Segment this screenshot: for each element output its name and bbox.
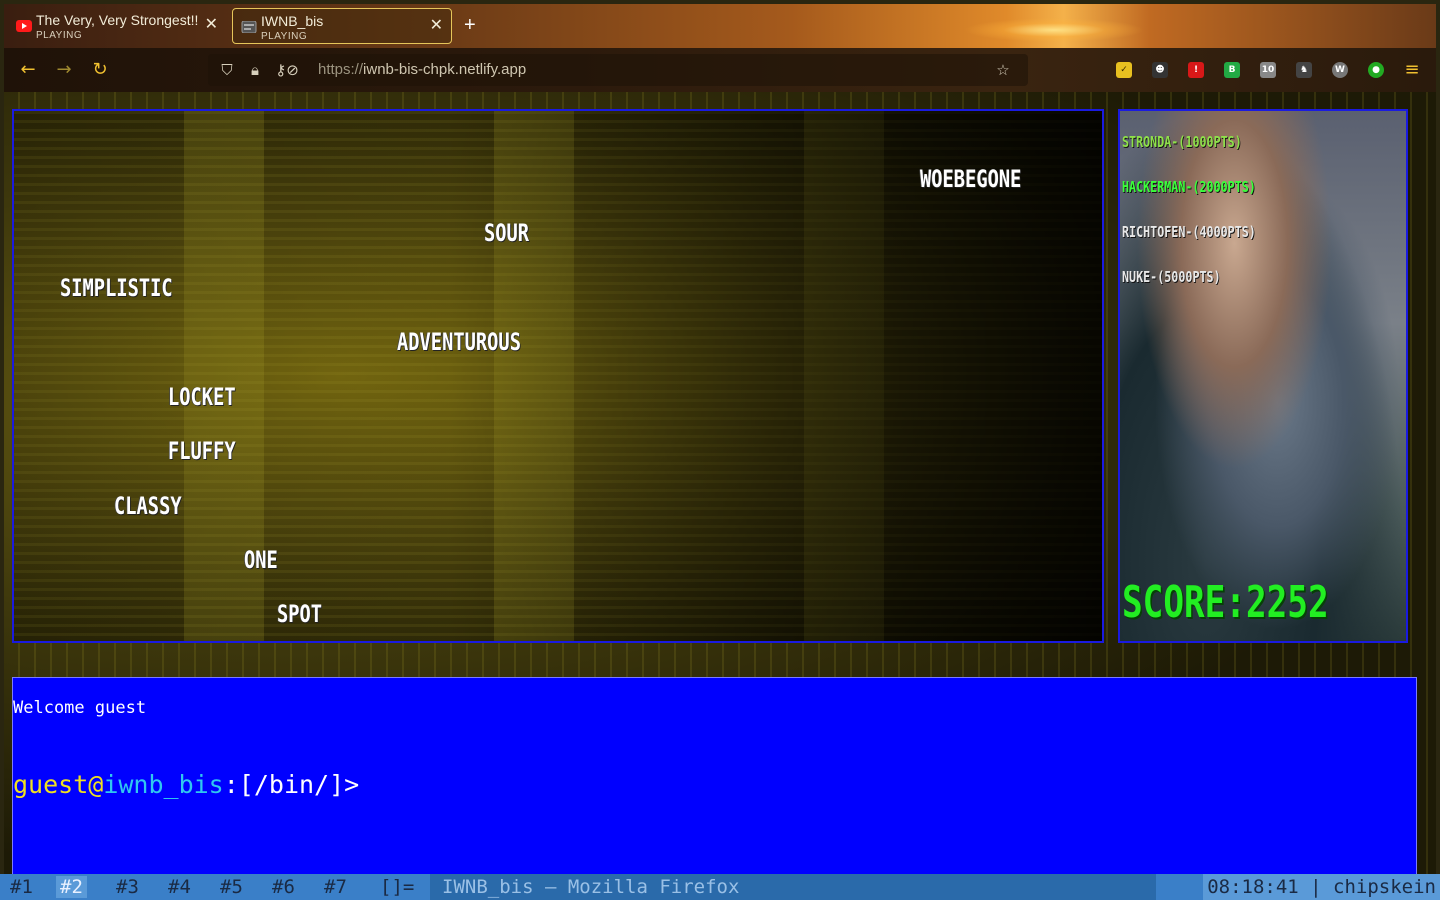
extension-gecko-icon[interactable]: ♞ bbox=[1296, 62, 1312, 78]
extension-b-icon[interactable]: B bbox=[1224, 62, 1240, 78]
address-bar[interactable]: ⛉ 🔒︎ ⚷⊘ https://iwnb-bis-chpk.netlify.ap… bbox=[208, 54, 1028, 86]
prompt-path: :[/bin/]> bbox=[223, 770, 360, 799]
tab-audio-status: PLAYING bbox=[261, 31, 308, 42]
extension-mascot-icon[interactable]: ☻ bbox=[1152, 62, 1168, 78]
lock-icon[interactable]: 🔒︎ bbox=[246, 60, 264, 80]
url-text[interactable]: https://iwnb-bis-chpk.netlify.app bbox=[318, 61, 526, 78]
falling-word: SOUR bbox=[484, 219, 530, 247]
workspace-1[interactable]: #1 bbox=[6, 876, 37, 898]
tab-title: IWNB_bis bbox=[261, 13, 324, 29]
falling-word: WOEBEGONE bbox=[920, 165, 1022, 193]
bookmark-star-icon[interactable]: ☆ bbox=[994, 60, 1012, 80]
extension-w-icon[interactable]: W bbox=[1332, 62, 1348, 78]
window-title: IWNB_bis — Mozilla Firefox bbox=[430, 874, 1156, 900]
browser-window: The Very, Very Strongest!! PLAYING ✕ IWN… bbox=[4, 4, 1436, 874]
close-tab-icon[interactable]: ✕ bbox=[430, 18, 443, 34]
command-prompt[interactable]: guest@iwnb_bis:[/bin/]> bbox=[13, 770, 359, 799]
workspace-6[interactable]: #6 bbox=[268, 876, 299, 898]
reload-icon[interactable]: ↻ bbox=[90, 60, 110, 80]
shield-icon[interactable]: ⛉ bbox=[218, 60, 236, 80]
falling-word: LOCKET bbox=[168, 383, 236, 411]
leaderboard-entry: RICHTOFEN-(4000PTS) bbox=[1122, 223, 1256, 241]
ublock-icon[interactable]: ! bbox=[1188, 62, 1204, 78]
welcome-message: Welcome guest bbox=[13, 698, 147, 718]
hamburger-menu-icon[interactable]: ≡ bbox=[1402, 60, 1422, 80]
navigation-bar: ← → ↻ ⛉ 🔒︎ ⚷⊘ https://iwnb-bis-chpk.netl… bbox=[4, 48, 1436, 92]
falling-word: FLUFFY bbox=[168, 437, 236, 465]
tab-bar: The Very, Very Strongest!! PLAYING ✕ IWN… bbox=[4, 4, 1436, 48]
extension-10-icon[interactable]: 10 bbox=[1260, 62, 1276, 78]
workspace-3[interactable]: #3 bbox=[112, 876, 143, 898]
back-arrow-icon[interactable]: ← bbox=[18, 60, 38, 80]
falling-word: CLASSY bbox=[114, 492, 182, 520]
layout-indicator[interactable]: []= bbox=[376, 876, 418, 898]
desktop-taskbar: #1 #2 #3 #4 #5 #6 #7 []= IWNB_bis — Mozi… bbox=[0, 874, 1440, 900]
status-clock: 08:18:41 | chipskein bbox=[1203, 874, 1440, 900]
falling-word: SPOT bbox=[277, 600, 323, 628]
site-favicon-icon bbox=[241, 21, 257, 33]
falling-word: ADVENTUROUS bbox=[397, 328, 521, 356]
falling-word: SIMPLISTIC bbox=[60, 274, 173, 302]
prompt-at: @ bbox=[88, 770, 104, 799]
game-area: WOEBEGONE SOUR SIMPLISTIC ADVENTUROUS LO… bbox=[12, 109, 1104, 643]
pocket-icon[interactable]: ✓ bbox=[1116, 62, 1132, 78]
toggle-extension-icon[interactable]: ● bbox=[1368, 62, 1384, 78]
leaderboard-entry: HACKERMAN-(2000PTS) bbox=[1122, 178, 1256, 196]
leaderboard-entry: NUKE-(5000PTS) bbox=[1122, 268, 1221, 286]
close-tab-icon[interactable]: ✕ bbox=[205, 17, 218, 33]
prompt-host: iwnb_bis bbox=[103, 770, 224, 799]
tab-youtube[interactable]: The Very, Very Strongest!! PLAYING ✕ bbox=[8, 8, 226, 44]
tab-audio-status: PLAYING bbox=[36, 30, 83, 41]
workspace-7[interactable]: #7 bbox=[320, 876, 351, 898]
terminal-input-area[interactable]: Welcome guest guest@iwnb_bis:[/bin/]> bbox=[12, 677, 1417, 874]
workspace-5[interactable]: #5 bbox=[216, 876, 247, 898]
workspace-4[interactable]: #4 bbox=[164, 876, 195, 898]
scoreboard-panel: STRONDA-(1000PTS) HACKERMAN-(2000PTS) RI… bbox=[1118, 109, 1408, 643]
tab-iwnb-bis[interactable]: IWNB_bis PLAYING ✕ bbox=[232, 8, 452, 44]
prompt-user: guest bbox=[13, 770, 89, 799]
workspace-2[interactable]: #2 bbox=[56, 876, 87, 898]
leaderboard-entry: STRONDA-(1000PTS) bbox=[1122, 133, 1242, 151]
falling-word: ONE bbox=[244, 546, 278, 574]
new-tab-icon[interactable]: + bbox=[464, 14, 476, 37]
tab-title: The Very, Very Strongest!! bbox=[36, 12, 199, 28]
permissions-icon[interactable]: ⚷⊘ bbox=[272, 60, 302, 80]
page-background: WOEBEGONE SOUR SIMPLISTIC ADVENTUROUS LO… bbox=[4, 92, 1436, 874]
youtube-icon bbox=[16, 20, 32, 32]
forward-arrow-icon[interactable]: → bbox=[54, 60, 74, 80]
score-display: SCORE:2252 bbox=[1122, 577, 1329, 628]
